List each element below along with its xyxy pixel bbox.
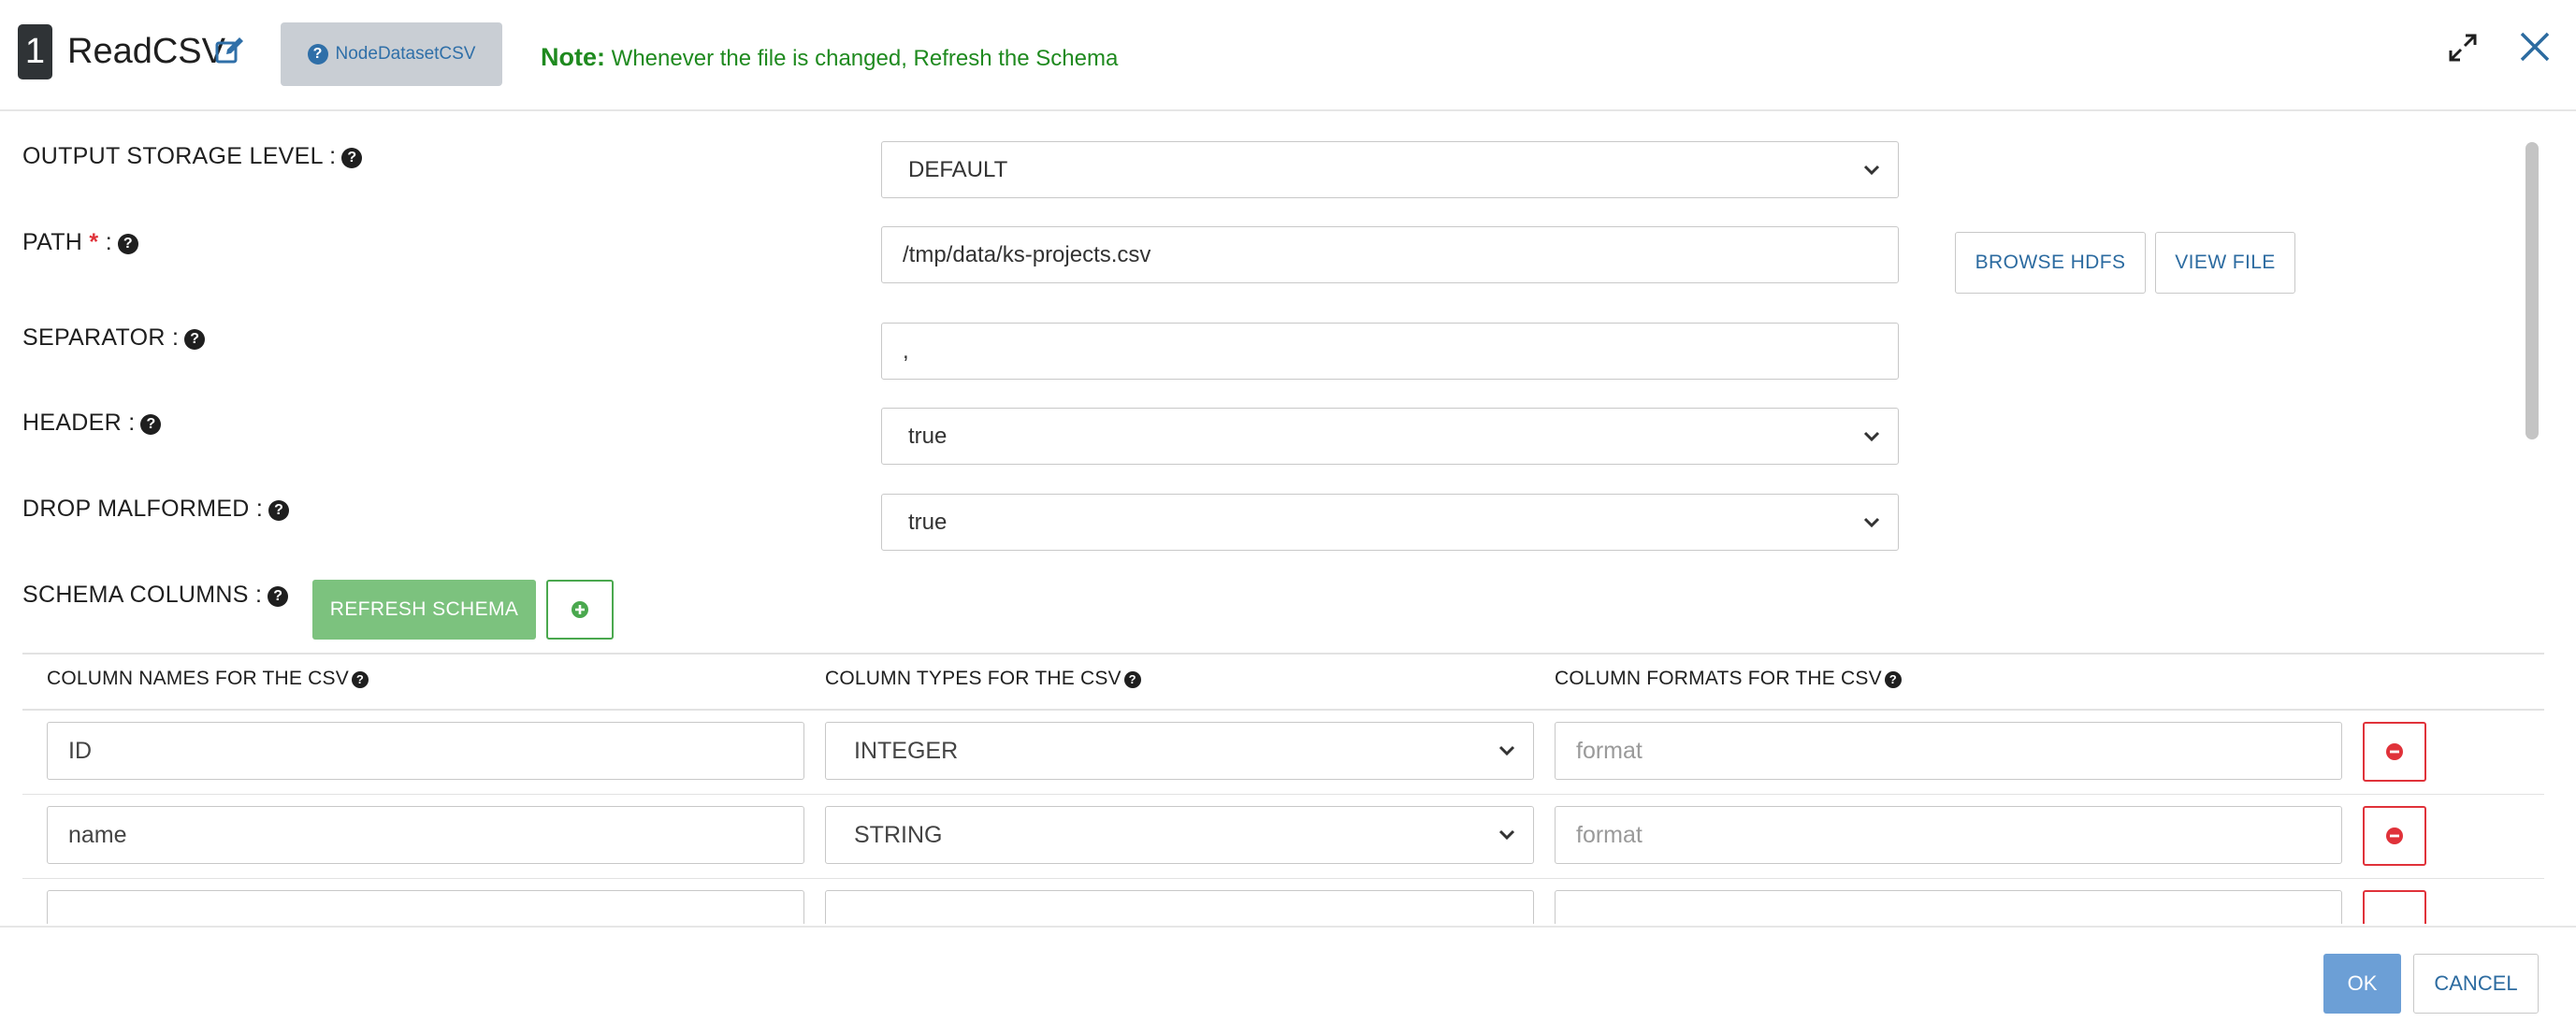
output-storage-level-label: OUTPUT STORAGE LEVEL :? <box>22 143 363 170</box>
view-file-button[interactable]: VIEW FILE <box>2155 232 2295 294</box>
column-names-header-text: COLUMN NAMES FOR THE CSV <box>47 668 349 689</box>
column-format-placeholder: format <box>1576 737 1643 764</box>
help-icon[interactable]: ? <box>184 329 206 350</box>
path-label-text: PATH <box>22 229 83 255</box>
step-number-badge: 1 <box>18 24 52 79</box>
separator-label-text: SEPARATOR : <box>22 324 180 351</box>
note-text: Whenever the file is changed, Refresh th… <box>611 46 1119 71</box>
row-divider <box>22 794 2544 795</box>
minus-circle-icon <box>2386 827 2403 844</box>
column-name-input[interactable] <box>47 890 804 924</box>
column-name-input[interactable]: name <box>47 806 804 864</box>
column-types-header: COLUMN TYPES FOR THE CSV? <box>825 668 1141 690</box>
edit-icon[interactable] <box>215 36 245 65</box>
ok-button[interactable]: OK <box>2323 954 2401 1014</box>
footer-divider <box>0 926 2576 928</box>
column-format-placeholder: format <box>1576 821 1643 848</box>
node-dataset-button[interactable]: ? NodeDatasetCSV <box>281 22 502 86</box>
dialog-title: ReadCSV <box>67 32 225 71</box>
path-input[interactable]: /tmp/data/ks-projects.csv <box>881 226 1899 283</box>
required-mark: * <box>89 229 99 255</box>
help-icon[interactable]: ? <box>117 234 138 254</box>
schema-columns-label: SCHEMA COLUMNS :? <box>22 582 289 609</box>
help-icon[interactable]: ? <box>341 148 363 168</box>
separator-label: SEPARATOR :? <box>22 324 206 352</box>
header-value: true <box>908 423 948 449</box>
column-type-select[interactable]: INTEGER <box>825 722 1534 780</box>
column-name-input[interactable]: ID <box>47 722 804 780</box>
question-circle-icon: ? <box>307 44 328 65</box>
column-format-input[interactable]: format <box>1555 806 2342 864</box>
chevron-down-icon <box>1498 829 1515 841</box>
column-formats-header: COLUMN FORMATS FOR THE CSV? <box>1555 668 1902 690</box>
cancel-button[interactable]: CANCEL <box>2413 954 2539 1014</box>
output-storage-level-value: DEFAULT <box>908 156 1008 182</box>
remove-column-button[interactable] <box>2363 890 2426 924</box>
expand-icon[interactable] <box>2447 32 2479 64</box>
minus-circle-icon <box>2386 743 2403 760</box>
drop-malformed-value: true <box>908 509 948 535</box>
column-type-value: INTEGER <box>854 737 959 764</box>
add-column-button[interactable] <box>546 580 614 640</box>
column-format-input[interactable] <box>1555 890 2342 924</box>
schema-columns-label-text: SCHEMA COLUMNS : <box>22 582 263 608</box>
refresh-schema-button[interactable]: REFRESH SCHEMA <box>312 580 536 640</box>
header-select[interactable]: true <box>881 408 1899 465</box>
clipped-row-area <box>0 890 2576 924</box>
scrollbar-thumb[interactable] <box>2525 142 2539 439</box>
help-icon[interactable]: ? <box>1884 671 1902 688</box>
chevron-down-icon <box>1863 165 1880 176</box>
chevron-down-icon <box>1863 431 1880 442</box>
remove-column-button[interactable] <box>2363 806 2426 866</box>
column-name-value: ID <box>68 737 92 764</box>
output-storage-level-select[interactable]: DEFAULT <box>881 141 1899 198</box>
path-label: PATH * :? <box>22 229 138 256</box>
column-name-value: name <box>68 821 127 848</box>
plus-circle-icon <box>572 601 588 618</box>
output-storage-level-text: OUTPUT STORAGE LEVEL : <box>22 143 337 169</box>
column-formats-header-text: COLUMN FORMATS FOR THE CSV <box>1555 668 1882 689</box>
close-icon[interactable] <box>2516 28 2554 65</box>
column-format-input[interactable]: format <box>1555 722 2342 780</box>
path-value: /tmp/data/ks-projects.csv <box>903 241 1151 267</box>
drop-malformed-label-text: DROP MALFORMED : <box>22 496 264 522</box>
chevron-down-icon <box>1498 745 1515 756</box>
path-label-colon: : <box>105 229 112 255</box>
node-dataset-label: NodeDatasetCSV <box>335 44 476 64</box>
column-types-header-text: COLUMN TYPES FOR THE CSV <box>825 668 1122 689</box>
help-icon[interactable]: ? <box>268 586 289 607</box>
row-divider <box>22 878 2544 879</box>
help-icon[interactable]: ? <box>140 414 162 435</box>
chevron-down-icon <box>1863 517 1880 528</box>
browse-hdfs-button[interactable]: BROWSE HDFS <box>1955 232 2146 294</box>
note-label: Note: <box>541 43 605 71</box>
help-icon[interactable]: ? <box>1123 671 1141 688</box>
dialog-header: 1 ReadCSV ? NodeDatasetCSV Note: Wheneve… <box>0 0 2576 111</box>
help-icon[interactable]: ? <box>351 671 369 688</box>
remove-column-button[interactable] <box>2363 722 2426 782</box>
column-type-select[interactable]: STRING <box>825 806 1534 864</box>
header-label: HEADER :? <box>22 410 162 437</box>
column-names-header: COLUMN NAMES FOR THE CSV? <box>47 668 369 690</box>
column-type-value: STRING <box>854 821 943 848</box>
separator-input[interactable]: , <box>881 323 1899 380</box>
drop-malformed-label: DROP MALFORMED :? <box>22 496 290 523</box>
column-type-select[interactable] <box>825 890 1534 924</box>
separator-value: , <box>903 338 909 364</box>
schema-table-header: COLUMN NAMES FOR THE CSV? COLUMN TYPES F… <box>22 653 2544 711</box>
help-icon[interactable]: ? <box>268 500 290 521</box>
drop-malformed-select[interactable]: true <box>881 494 1899 551</box>
header-label-text: HEADER : <box>22 410 136 436</box>
note-message: Note: Whenever the file is changed, Refr… <box>541 43 1118 72</box>
